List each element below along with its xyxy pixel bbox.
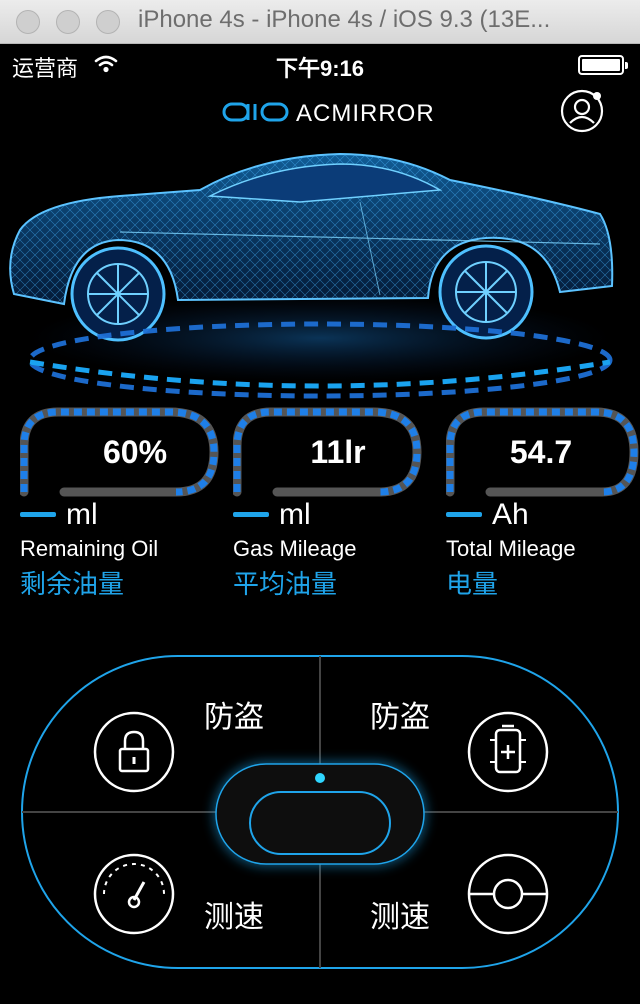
rear-wheel [438,244,534,340]
simulator-title-bar: iPhone 4s - iPhone 4s / iOS 9.3 (13E... [0,0,640,44]
status-time: 下午9:16 [275,56,365,81]
speed-label-left: 测速 [204,900,264,935]
brand-name: ACMIRROR [296,100,435,127]
gauge-label-en: Total Mileage [446,536,576,561]
speedometer-button[interactable] [92,852,176,936]
gauge-value: 60% [102,434,168,470]
gauge-unit: ml [279,498,311,531]
gauge-total-mileage: 54.7 Ah Total Mileage 电量 [446,406,640,606]
minimize-window-button[interactable] [56,10,80,34]
speedometer-icon [93,853,175,935]
gauge-label-cn: 平均油量 [233,570,338,600]
gauge-value: 54.7 [509,434,573,470]
gauge-unit: Ah [492,498,529,531]
status-bar: 运营商 下午9:16 [0,44,640,84]
control-pad: 防盗 防盗 测速 测速 [20,654,620,970]
profile-button[interactable] [560,88,606,134]
window-title: iPhone 4s - iPhone 4s / iOS 9.3 (13E... [138,6,551,33]
lock-icon [93,711,175,793]
gauge-label-cn: 剩余油量 [20,570,125,600]
speed-label-right: 测速 [370,900,430,935]
unit-marker [446,512,482,517]
user-icon [560,89,604,133]
brand-header: ACMIRROR [222,98,435,130]
battery-icon [578,55,628,75]
gauge-gas-mileage: 11lr ml Gas Mileage 平均油量 [233,406,433,606]
anti-theft-label-left: 防盗 [204,700,264,735]
zoom-window-button[interactable] [96,10,120,34]
gauge-label-en: Remaining Oil [20,536,159,561]
front-wheel [70,246,166,342]
gauge-unit: ml [66,498,98,531]
battery-charge-icon [467,711,549,793]
anti-theft-label-right: 防盗 [370,700,430,735]
steering-wheel-icon [467,853,549,935]
gauge-value: 11lr [310,434,366,470]
battery-button[interactable] [466,710,550,794]
phone-screen: 运营商 下午9:16 ACMIRROR 60% ml Remaining Oil… [0,44,640,1004]
gauge-remaining-oil: 60% ml Remaining Oil 剩余油量 [20,406,220,606]
indicator-dot [315,773,325,783]
center-control-button[interactable] [200,746,440,882]
car-illustration [0,140,640,430]
aio-logo [222,99,290,129]
unit-marker [20,512,56,517]
steering-wheel-button[interactable] [466,852,550,936]
gauge-label-en: Gas Mileage [233,536,357,561]
unit-marker [233,512,269,517]
lock-button[interactable] [92,710,176,794]
gauge-label-cn: 电量 [446,570,499,600]
close-window-button[interactable] [16,10,40,34]
